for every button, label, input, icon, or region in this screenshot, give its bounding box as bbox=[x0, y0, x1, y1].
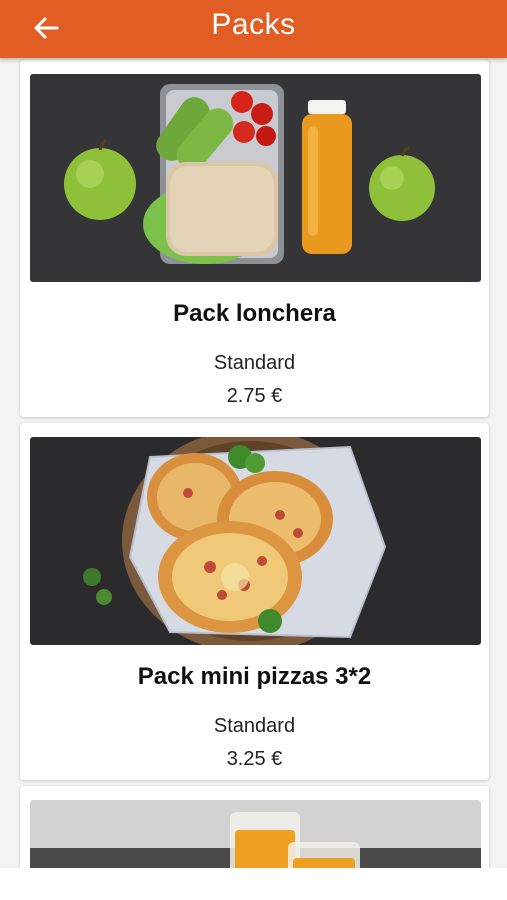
pack-card[interactable] bbox=[20, 786, 489, 868]
pack-price: 2.75 € bbox=[226, 385, 283, 407]
pack-card[interactable]: Pack lonchera Standard 2.75 € bbox=[20, 60, 489, 417]
page-title: Packs bbox=[211, 8, 296, 41]
mini-pizzas-photo bbox=[30, 437, 481, 645]
packs-list[interactable]: Pack lonchera Standard 2.75 € Pack mini … bbox=[0, 58, 507, 868]
app-bar: Packs bbox=[0, 0, 507, 58]
pack-name: Pack lonchera bbox=[173, 300, 336, 327]
bottom-bar bbox=[0, 868, 507, 900]
pack-type: Standard bbox=[213, 352, 296, 374]
pack-name: Pack mini pizzas 3*2 bbox=[137, 663, 372, 690]
pack-card[interactable]: Pack mini pizzas 3*2 Standard 3.25 € bbox=[20, 423, 489, 780]
pack-price: 3.25 € bbox=[226, 748, 283, 770]
orange-juice-photo bbox=[30, 800, 481, 868]
lunchbox-photo bbox=[30, 74, 481, 282]
pack-type: Standard bbox=[213, 715, 296, 737]
